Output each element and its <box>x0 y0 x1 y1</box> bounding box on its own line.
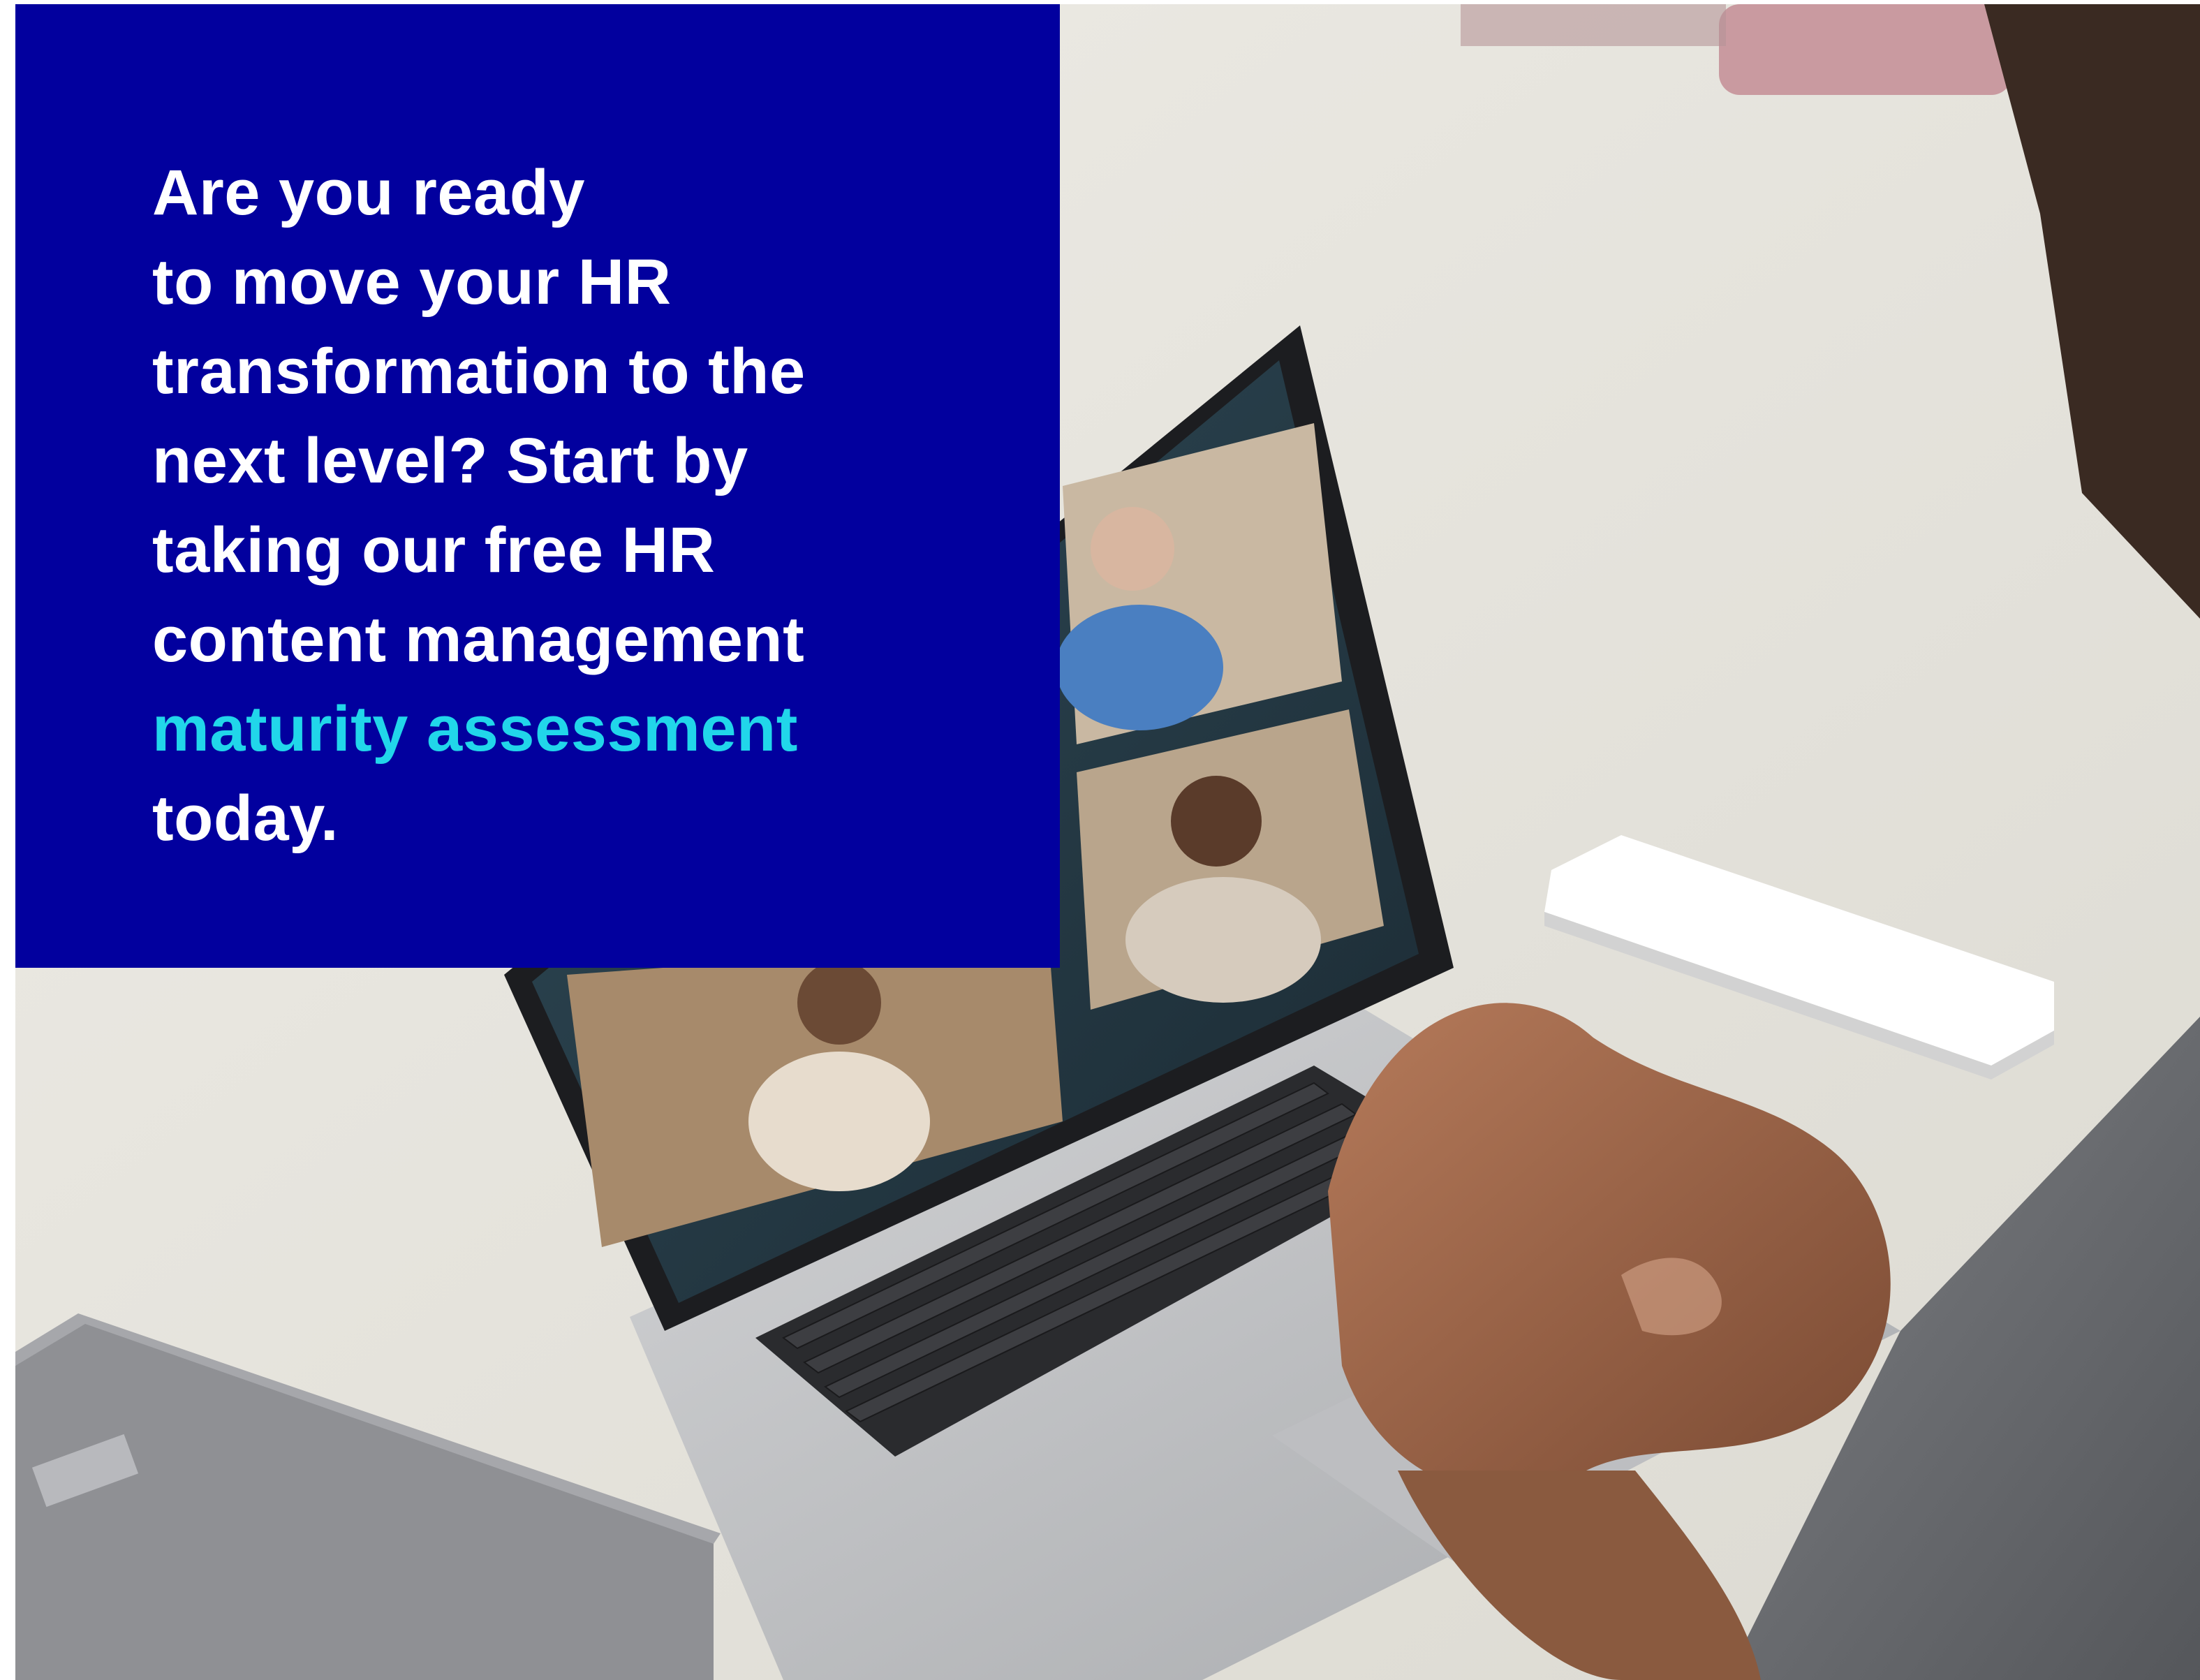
page: Are you ready to move your HR transforma… <box>0 0 2200 1680</box>
promo-line-3: transformation to the <box>152 336 806 407</box>
promo-box: Are you ready to move your HR transforma… <box>15 4 1060 968</box>
promo-headline: Are you ready to move your HR transforma… <box>152 148 955 863</box>
promo-line-2: to move your HR <box>152 246 672 318</box>
promo-line-8: today. <box>152 783 339 854</box>
promo-line-6: content management <box>152 604 805 675</box>
promo-line-5: taking our free HR <box>152 515 716 586</box>
promo-line-1: Are you ready <box>152 157 586 228</box>
assessment-link[interactable]: maturity assessment <box>152 684 955 774</box>
promo-line-4: next level? Start by <box>152 425 748 496</box>
